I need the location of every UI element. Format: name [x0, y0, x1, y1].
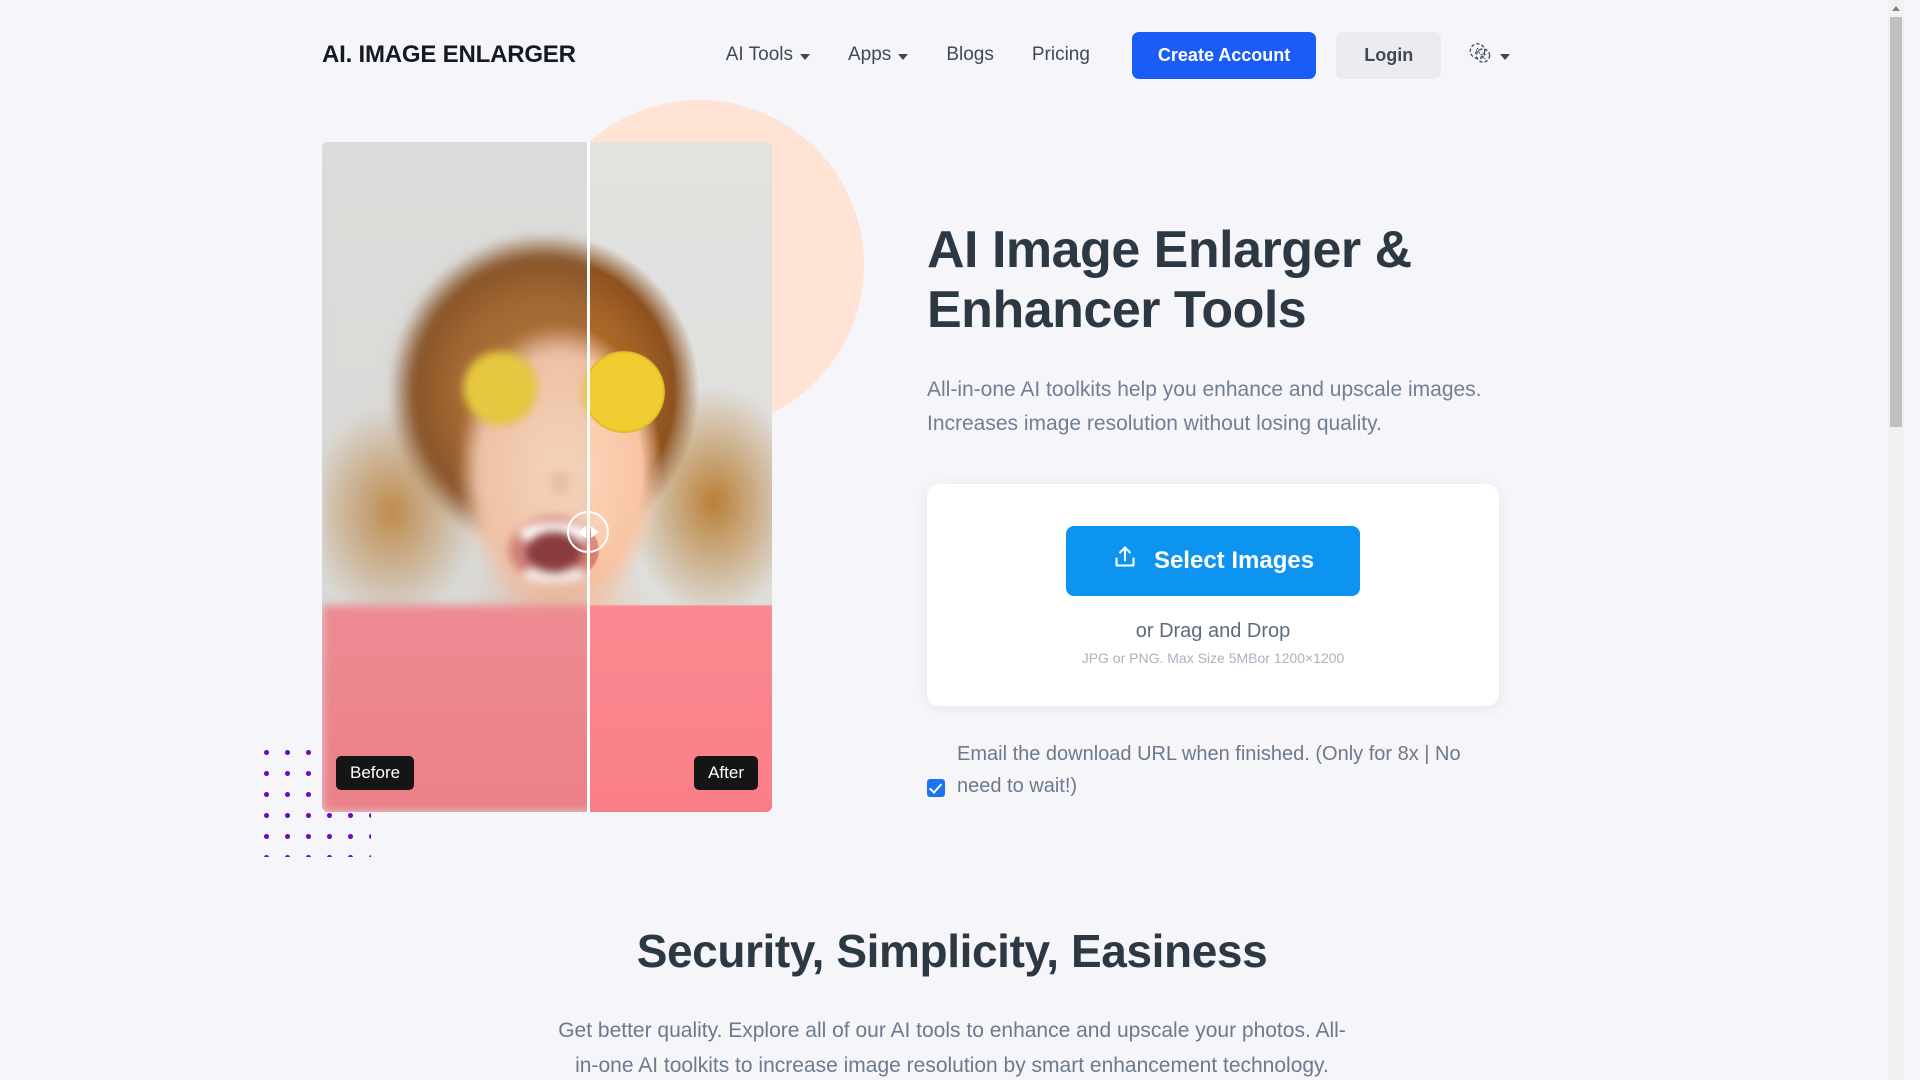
- arrow-left-icon: [577, 526, 586, 538]
- hero-content: AI Image Enlarger & Enhancer Tools All-i…: [882, 110, 1582, 802]
- translate-icon: A 文: [1467, 40, 1493, 71]
- comparison-slider-handle[interactable]: [567, 511, 609, 553]
- brand-logo[interactable]: AI. IMAGE ENLARGER: [322, 41, 576, 69]
- upload-icon: [1112, 544, 1138, 577]
- chevron-up-icon: [1892, 6, 1900, 11]
- select-images-label: Select Images: [1153, 546, 1315, 574]
- create-account-button[interactable]: Create Account: [1131, 31, 1317, 79]
- nav-item-ai-tools[interactable]: AI Tools: [726, 44, 810, 66]
- select-images-button[interactable]: Select Images: [1065, 525, 1361, 596]
- scrollbar-thumb[interactable]: [1890, 17, 1902, 427]
- nav-item-apps[interactable]: Apps: [848, 44, 909, 66]
- email-notify-checkbox[interactable]: [927, 778, 945, 797]
- comparison-divider: [587, 142, 590, 812]
- email-notify-row: Email the download URL when finished. (O…: [927, 738, 1507, 802]
- email-notify-label[interactable]: Email the download URL when finished. (O…: [957, 738, 1507, 802]
- vertical-scrollbar[interactable]: [1888, 0, 1904, 1080]
- scroll-up-arrow[interactable]: [1888, 0, 1904, 17]
- drag-and-drop-text: or Drag and Drop: [1135, 619, 1291, 642]
- chevron-down-icon: [898, 53, 909, 60]
- header-inner: AI. IMAGE ENLARGER AI Tools Apps Blogs P…: [322, 0, 1582, 110]
- login-button[interactable]: Login: [1336, 31, 1442, 79]
- svg-text:文: 文: [1480, 51, 1487, 60]
- nav-item-label: Apps: [848, 44, 892, 65]
- language-switcher[interactable]: A 文: [1467, 40, 1511, 71]
- hero-subtitle: All-in-one AI toolkits help you enhance …: [927, 377, 1482, 436]
- nav-item-label: Pricing: [1031, 44, 1090, 65]
- upload-dropzone[interactable]: Select Images or Drag and Drop JPG or PN…: [927, 483, 1499, 706]
- nav-item-label: AI Tools: [725, 44, 793, 65]
- nav-item-pricing[interactable]: Pricing: [1032, 44, 1090, 66]
- hero-media: Before After: [256, 100, 882, 857]
- before-after-comparison[interactable]: Before After: [322, 142, 772, 812]
- page-title: AI Image Enlarger & Enhancer Tools: [927, 221, 1412, 340]
- site-header: AI. IMAGE ENLARGER AI Tools Apps Blogs P…: [0, 0, 1904, 110]
- main-nav: AI Tools Apps Blogs Pricing: [726, 44, 1090, 66]
- comparison-before-pane: [322, 142, 587, 812]
- arrow-right-icon: [590, 526, 599, 538]
- before-image: [322, 142, 587, 812]
- upload-limit-text: JPG or PNG. Max Size 5MBor 1200×1200: [1081, 649, 1345, 666]
- nav-item-blogs[interactable]: Blogs: [946, 44, 994, 66]
- page-root: AI. IMAGE ENLARGER AI Tools Apps Blogs P…: [0, 0, 1904, 1080]
- before-label: Before: [336, 756, 415, 790]
- chevron-down-icon: [800, 53, 810, 60]
- after-image: [587, 142, 772, 812]
- nav-item-label: Blogs: [946, 44, 994, 65]
- after-label: After: [694, 756, 758, 790]
- hero-section: Before After AI Image Enlarger & Enhance…: [256, 100, 1582, 857]
- comparison-after-pane: [587, 142, 772, 812]
- chevron-down-icon: [1500, 53, 1511, 60]
- features-section: Security, Simplicity, Easiness Get bette…: [322, 924, 1582, 1080]
- section-title: Security, Simplicity, Easiness: [636, 925, 1268, 977]
- section-subtitle: Get better quality. Explore all of our A…: [558, 1019, 1346, 1077]
